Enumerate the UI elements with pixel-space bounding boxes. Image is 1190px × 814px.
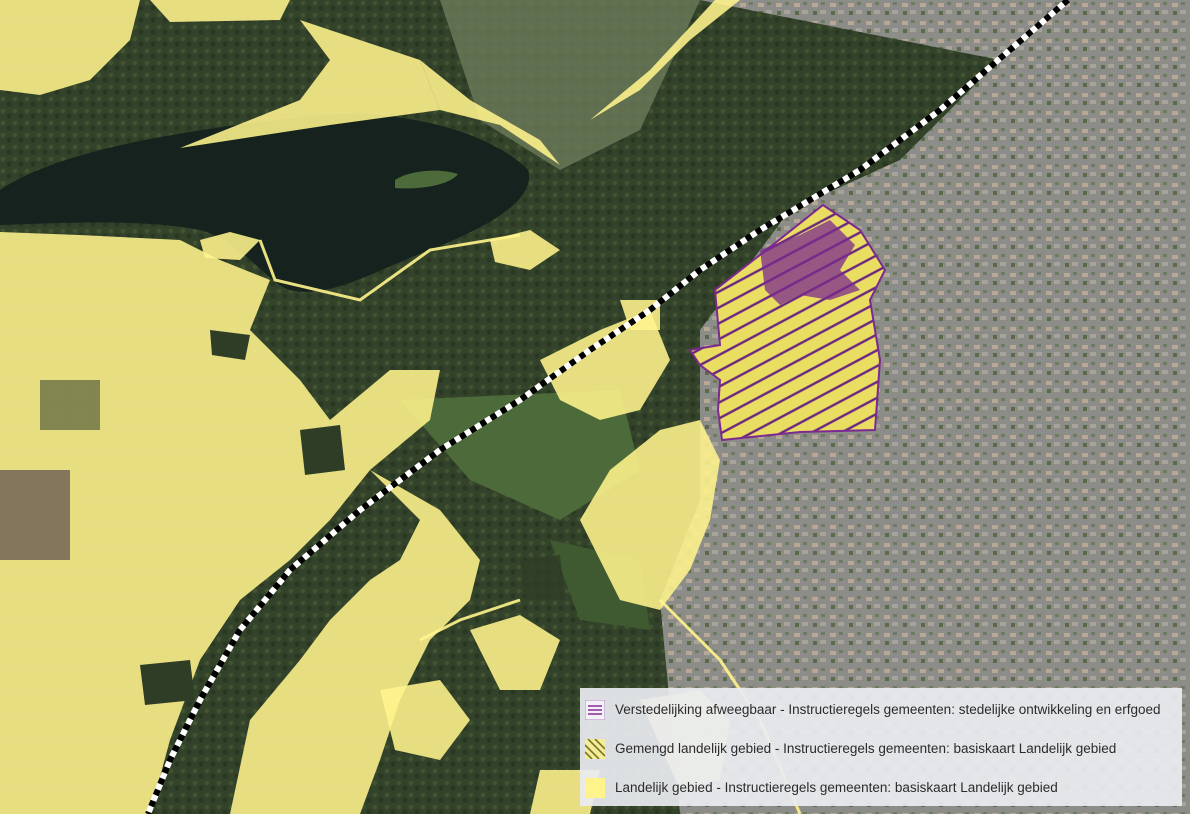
legend-item-gemengd: Gemengd landelijk gebied - Instructiereg… <box>580 729 1182 768</box>
legend-item-landelijk: Landelijk gebied - Instructieregels geme… <box>580 768 1182 807</box>
yellow-fill-icon <box>585 777 605 798</box>
legend-label: Gemengd landelijk gebied - Instructiereg… <box>615 741 1117 756</box>
legend-label: Landelijk gebied - Instructieregels geme… <box>615 780 1058 795</box>
legend-label: Verstedelijking afweegbaar - Instructier… <box>615 702 1161 717</box>
map-legend: Verstedelijking afweegbaar - Instructier… <box>580 688 1182 806</box>
legend-item-verstedelijking: Verstedelijking afweegbaar - Instructier… <box>580 690 1182 729</box>
purple-horizontal-lines-icon <box>585 699 605 720</box>
yellow-diagonal-hatch-icon <box>585 738 605 759</box>
